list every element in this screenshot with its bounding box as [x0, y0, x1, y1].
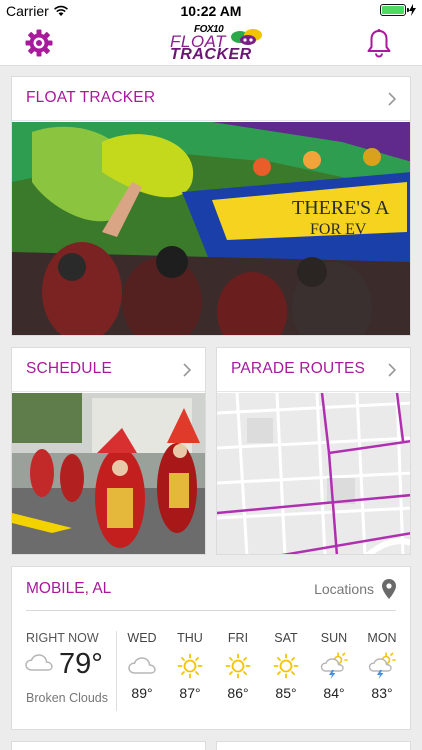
sun-icon: [177, 653, 203, 679]
weather-card: MOBILE, AL Locations RIGHT NOW 79° Broke…: [11, 566, 411, 730]
forecast-day: THU 87°: [166, 631, 214, 701]
schedule-header[interactable]: SCHEDULE: [12, 348, 205, 392]
route-map-graphic: [217, 393, 410, 554]
forecast-day: WED 89°: [118, 631, 166, 701]
float-tracker-header[interactable]: FLOAT TRACKER: [12, 77, 410, 121]
forecast-day-label: SAT: [274, 631, 298, 645]
cloud-icon: [128, 657, 156, 674]
app-logo: FOX10 FLOAT TRACKER: [168, 24, 268, 64]
parade-routes-header[interactable]: PARADE ROUTES: [217, 348, 410, 392]
forecast-temp: 83°: [371, 685, 393, 701]
right-now-label: RIGHT NOW: [26, 631, 99, 645]
current-temperature: 79°: [59, 648, 103, 680]
forecast-day: SUN 84°: [310, 631, 358, 701]
status-bar: Carrier 10:22 AM: [0, 0, 422, 22]
chevron-right-icon: [183, 363, 192, 377]
notifications-button[interactable]: [366, 28, 392, 58]
current-condition: Broken Clouds: [26, 691, 108, 705]
schedule-card[interactable]: SCHEDULE: [11, 347, 206, 555]
forecast-temp: 84°: [323, 685, 345, 701]
status-right: [380, 4, 416, 16]
next-card-left[interactable]: [11, 741, 206, 750]
parade-routes-title: PARADE ROUTES: [231, 360, 366, 377]
location-pin-icon: [382, 579, 396, 599]
charging-icon: [409, 4, 416, 16]
status-time: 10:22 AM: [180, 3, 242, 19]
sun-icon: [273, 653, 299, 679]
bell-icon: [367, 29, 391, 58]
weather-header: MOBILE, AL Locations: [26, 567, 396, 611]
forecast-day-label: SUN: [320, 631, 348, 645]
forecast-day-label: FRI: [227, 631, 249, 645]
sun-icon: [225, 653, 251, 679]
float-tracker-title: FLOAT TRACKER: [26, 89, 156, 106]
thunderstorm-icon: [320, 652, 348, 679]
float-photo-graphic: THERE'S A FOR EV: [12, 122, 410, 335]
float-sign-line1: THERE'S A: [292, 197, 390, 219]
next-card-right[interactable]: [216, 741, 411, 750]
forecast-temp: 86°: [227, 685, 249, 701]
weather-divider: [116, 631, 117, 711]
forecast-temp: 87°: [179, 685, 201, 701]
schedule-photo-graphic: [12, 393, 205, 554]
settings-button[interactable]: [24, 28, 54, 58]
forecast-day-label: WED: [127, 631, 157, 645]
locations-button[interactable]: Locations: [314, 579, 396, 599]
forecast-day: FRI 86°: [214, 631, 262, 701]
forecast-temp: 85°: [275, 685, 297, 701]
float-photo: THERE'S A FOR EV: [12, 122, 410, 335]
parade-routes-card[interactable]: PARADE ROUTES: [216, 347, 411, 555]
locations-label: Locations: [314, 581, 374, 597]
chevron-right-icon: [388, 92, 397, 106]
forecast-day-label: MON: [367, 631, 397, 645]
schedule-photo: [12, 393, 205, 554]
weather-city: MOBILE, AL: [26, 580, 112, 597]
forecast-temp: 89°: [131, 685, 153, 701]
chevron-right-icon: [388, 363, 397, 377]
float-tracker-card[interactable]: FLOAT TRACKER THERE'S A FOR EV: [11, 76, 411, 336]
forecast-day-label: THU: [177, 631, 203, 645]
forecast-day: MON 83°: [358, 631, 406, 701]
forecast-day: SAT 85°: [262, 631, 310, 701]
nav-bar: FOX10 FLOAT TRACKER: [0, 22, 422, 66]
cloud-icon: [25, 654, 53, 671]
thunderstorm-icon: [368, 652, 396, 679]
logo-tracker: TRACKER: [170, 46, 252, 63]
mardi-gras-masks-icon: [231, 29, 262, 45]
parade-route-map[interactable]: [217, 393, 410, 554]
battery-icon: [380, 4, 409, 16]
gear-icon: [25, 29, 53, 57]
schedule-title: SCHEDULE: [26, 360, 113, 377]
float-sign-line2: FOR EV: [310, 221, 367, 238]
